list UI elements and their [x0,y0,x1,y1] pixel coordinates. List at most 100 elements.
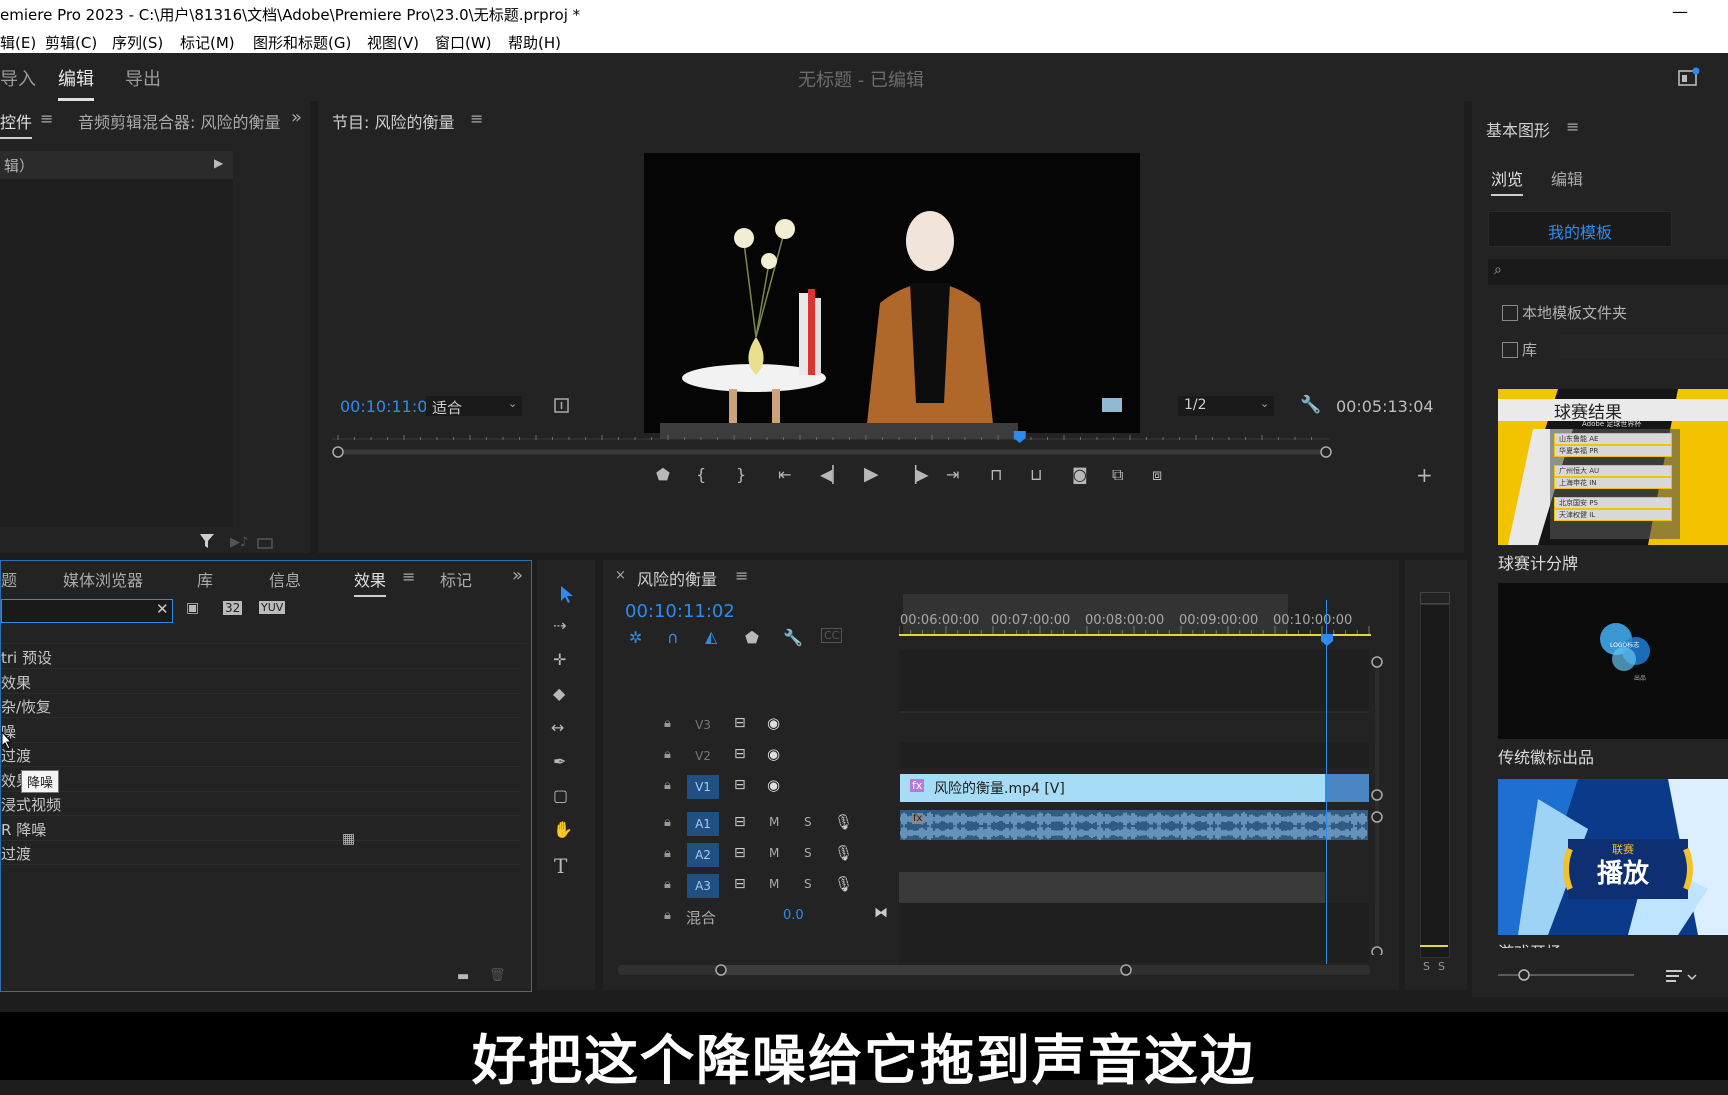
add-marker-icon[interactable]: ⬟ [656,465,670,484]
menu-graphics[interactable]: 图形和标题(G) [253,32,351,53]
graphics-menu-icon[interactable]: ≡ [1566,117,1579,136]
tab-audio-clip-mixer[interactable]: 音频剪辑混合器: 风险的衡量 [78,109,280,133]
track-label-v1[interactable]: V1 [687,775,719,799]
comparison-view-icon[interactable]: ⧉ [1112,465,1123,485]
export-frame-camera-icon[interactable]: ◙ [1072,465,1088,484]
lock-icon[interactable]: 🔒︎ [664,815,671,830]
32bit-effects-icon[interactable]: 32 [223,601,243,615]
tab-libraries[interactable]: 库 [197,567,213,591]
sync-lock-icon[interactable]: ⊟ [734,876,746,892]
captions-icon[interactable]: CC [821,628,843,643]
lock-icon[interactable]: 🔒︎ [664,846,671,861]
lock-icon[interactable]: 🔒︎ [664,778,671,793]
mix-navigate-icon[interactable]: ⧓ [874,905,888,921]
solo-button[interactable]: S [804,815,812,829]
mute-button[interactable]: M [769,815,779,829]
safe-margins-icon[interactable] [554,398,570,414]
step-forward-icon[interactable]: ▕▶ [904,465,929,484]
tab-project[interactable]: 题 [1,567,17,591]
mix-value[interactable]: 0.0 [783,908,804,923]
mute-button[interactable]: M [769,846,779,860]
lock-icon[interactable]: 🔒︎ [664,908,671,923]
add-marker-icon[interactable]: ⬟ [745,628,759,647]
ripple-edit-tool-icon[interactable]: ✛ [553,650,566,669]
tab-info[interactable]: 信息 [269,567,301,591]
sync-lock-icon[interactable]: ⊟ [734,746,746,762]
effects-folder-row[interactable]: 噪 [1,719,521,743]
microphone-icon[interactable]: 🎙︎ [834,813,853,831]
resolution-dropdown[interactable]: 1/2 ⌄ [1178,396,1274,416]
solo-button[interactable]: S [804,846,812,860]
toggle-proxies-icon[interactable]: ⧈ [1152,465,1162,485]
selection-tool-icon[interactable] [557,584,577,604]
sync-lock-icon[interactable]: ⊟ [734,715,746,731]
playhead-handle[interactable] [1320,633,1334,647]
essential-graphics-title[interactable]: 基本图形 [1486,117,1550,141]
template-thumb-scoreboard[interactable]: 球赛结果 Adobe 足球世界杯 山东鲁能 AE 华夏幸福 PR 广州恒大 AU 上海… [1498,389,1728,545]
hand-tool-icon[interactable]: ✋ [553,820,573,839]
track-select-tool-icon[interactable]: ⇢ [553,616,566,635]
my-templates-button[interactable]: 我的模板 [1488,211,1672,247]
linked-selection-icon[interactable]: ◭ [705,627,717,646]
tab-import[interactable]: 导入 [0,65,36,91]
template-thumb-game[interactable]: 联赛 播放 [1498,779,1728,935]
effects-folder-row[interactable]: 过渡 [1,841,521,865]
menu-help[interactable]: 帮助(H) [508,32,561,53]
snap-magnet-icon[interactable]: ∩ [667,628,679,647]
microphone-icon[interactable]: 🎙︎ [834,875,853,893]
effects-folder-row[interactable]: 效果 [1,768,521,792]
menu-clip[interactable]: 剪辑(C) [45,32,97,53]
template-search-input[interactable]: ⌕ [1488,259,1728,285]
effects-menu-icon[interactable]: ≡ [402,567,415,586]
lift-icon[interactable]: ⊓ [990,465,1002,484]
menu-markers[interactable]: 标记(M) [180,32,235,53]
effects-folder-row[interactable]: 过渡 [1,743,521,767]
panel-menu-icon[interactable]: ≡ [40,109,53,128]
sync-lock-icon[interactable]: ⊟ [734,777,746,793]
play-icon[interactable]: ▶ [864,463,879,485]
lock-icon[interactable]: 🔒︎ [664,716,671,731]
tab-export[interactable]: 导出 [125,65,161,91]
timeline-settings-wrench-icon[interactable]: 🔧 [783,628,803,647]
program-scrub-bar[interactable] [332,419,1332,459]
tab-markers[interactable]: 标记 [440,567,472,591]
tab-effect-controls[interactable]: 控件 [0,109,33,139]
meter-solo-left[interactable]: S [1423,960,1430,973]
timeline-horizontal-scrollbar[interactable] [618,960,1370,980]
tab-browse[interactable]: 浏览 [1491,166,1524,196]
minimize-button[interactable]: — [1672,2,1688,21]
menu-edit[interactable]: 辑(E) [0,32,36,53]
mark-in-icon[interactable]: { [696,465,706,484]
lock-icon[interactable]: 🔒︎ [664,747,671,762]
step-back-icon[interactable]: ◀▏ [820,465,845,484]
audio-clip-a1[interactable]: fx [900,810,1368,840]
effects-folder-row[interactable]: tri 预设 [1,645,521,669]
more-panels-icon[interactable]: » [512,565,523,586]
tab-edit[interactable]: 编辑 [58,65,94,101]
menu-view[interactable]: 视图(V) [367,32,419,53]
track-label-a1[interactable]: A1 [687,812,719,836]
eye-icon[interactable]: ◉ [767,776,780,794]
timeline-vertical-scrollbar[interactable] [1368,655,1388,955]
add-button-icon[interactable]: + [1416,463,1433,487]
expand-right-icon[interactable]: ▶ [214,156,223,170]
effects-folder-row[interactable]: 杂/恢复 [1,694,521,718]
close-sequence-icon[interactable]: × [615,568,626,583]
video-clip[interactable]: fx 风险的衡量.mp4 [V] [900,774,1325,802]
go-to-in-icon[interactable]: ⇤ [778,465,791,484]
menu-sequence[interactable]: 序列(S) [112,32,163,53]
timeline-current-time[interactable]: 00:10:11:02 [625,601,735,622]
meter-solo-right[interactable]: S [1438,960,1445,973]
slip-tool-icon[interactable]: ↔ [551,718,564,737]
sequence-tab[interactable]: 风险的衡量 [637,566,717,590]
eye-icon[interactable]: ◉ [767,714,780,732]
program-monitor-title[interactable]: 节目: 风险的衡量 [332,109,454,133]
effects-folder-row[interactable]: 浸式视频 [1,792,521,816]
library-checkbox[interactable] [1502,342,1518,358]
new-bin-folder-icon[interactable]: ▬ [457,969,469,984]
yuv-effects-icon[interactable]: YUV [259,601,286,614]
track-label-a2[interactable]: A2 [687,843,719,867]
track-label-v2[interactable]: V2 [687,744,719,768]
effects-search-input[interactable]: ✕ [1,599,173,623]
tab-media-browser[interactable]: 媒体浏览器 [63,567,143,591]
